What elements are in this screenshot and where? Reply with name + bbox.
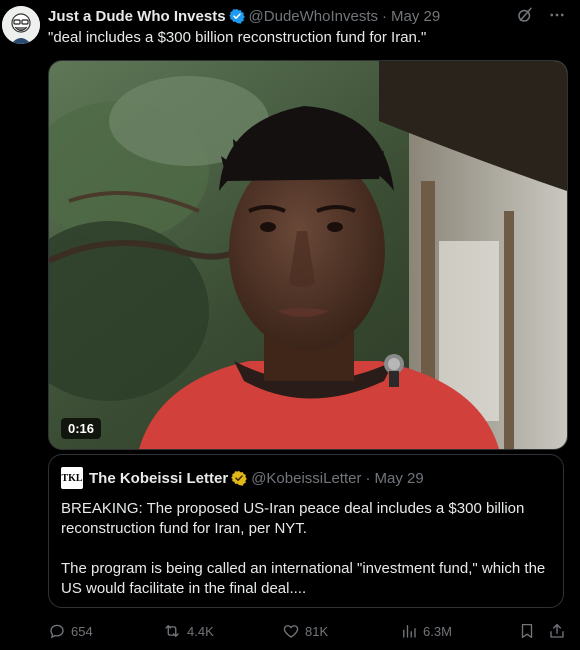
- quoted-author-avatar[interactable]: TKL: [61, 467, 83, 489]
- tweet-top-actions: [516, 6, 566, 29]
- video-thumbnail: [49, 61, 567, 449]
- tweet-actions-bar: 654 4.4K 81K 6.3M: [48, 622, 568, 644]
- repost-count: 4.4K: [187, 623, 214, 639]
- video-duration-badge: 0:16: [61, 418, 102, 439]
- quoted-paragraph: BREAKING: The proposed US-Iran peace dea…: [61, 500, 525, 537]
- like-button[interactable]: 81K: [282, 622, 328, 640]
- author-display-name[interactable]: Just a Dude Who Invests: [48, 8, 226, 25]
- gold-verified-icon: [231, 470, 248, 486]
- share-button[interactable]: [548, 622, 566, 640]
- share-icon: [548, 622, 566, 640]
- quoted-tweet[interactable]: TKL The Kobeissi Letter @KobeissiLetter …: [48, 454, 564, 608]
- verified-icon: [228, 8, 245, 24]
- separator-dot: ·: [365, 469, 371, 487]
- tweet-date[interactable]: May 29: [391, 8, 440, 25]
- repost-icon: [162, 622, 182, 640]
- bookmark-button[interactable]: [518, 622, 536, 640]
- tweet-text: "deal includes a $300 billion reconstruc…: [48, 29, 427, 46]
- like-icon: [282, 622, 300, 640]
- quoted-tweet-date[interactable]: May 29: [374, 470, 423, 487]
- quoted-tweet-text: BREAKING: The proposed US-Iran peace dea…: [61, 499, 551, 599]
- views-count: 6.3M: [423, 623, 452, 639]
- quoted-paragraph: The program is being called an internati…: [61, 560, 546, 597]
- reply-button[interactable]: 654: [48, 622, 93, 640]
- reply-count: 654: [71, 623, 93, 639]
- bookmark-icon: [518, 622, 536, 640]
- separator-dot: ·: [382, 7, 387, 25]
- views-button[interactable]: 6.3M: [400, 622, 452, 640]
- repost-button[interactable]: 4.4K: [162, 622, 214, 640]
- grok-icon[interactable]: [516, 6, 534, 29]
- reply-icon: [48, 622, 66, 640]
- quoted-tweet-header: TKL The Kobeissi Letter @KobeissiLetter …: [61, 467, 424, 489]
- quoted-author-display-name[interactable]: The Kobeissi Letter: [89, 470, 228, 487]
- tweet-header: Just a Dude Who Invests @DudeWhoInvests …: [48, 6, 520, 26]
- quoted-author-handle[interactable]: @KobeissiLetter: [251, 470, 361, 487]
- author-avatar[interactable]: [2, 6, 40, 44]
- like-count: 81K: [305, 623, 329, 639]
- tweet[interactable]: Just a Dude Who Invests @DudeWhoInvests …: [0, 0, 580, 650]
- video-player[interactable]: 0:16: [48, 60, 568, 450]
- views-icon: [400, 622, 418, 640]
- more-icon[interactable]: [548, 6, 566, 29]
- author-handle[interactable]: @DudeWhoInvests: [249, 8, 378, 25]
